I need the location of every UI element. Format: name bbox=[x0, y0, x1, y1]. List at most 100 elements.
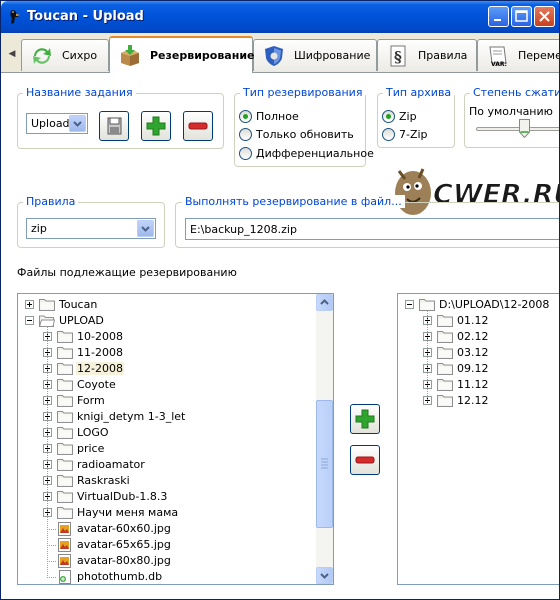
rules-select[interactable]: zip bbox=[26, 218, 156, 239]
radio-circle[interactable] bbox=[239, 128, 252, 141]
tree-folder-row[interactable]: 11-2008 bbox=[18, 345, 333, 361]
tree-folder-row[interactable]: LOGO bbox=[18, 425, 333, 441]
remove-job-button[interactable] bbox=[183, 111, 213, 141]
radio-circle[interactable] bbox=[239, 110, 252, 123]
tree-item-label[interactable]: price bbox=[76, 442, 105, 455]
tree-folder-row[interactable]: 11.12 bbox=[398, 377, 559, 393]
tree-item-label[interactable]: 03.12 bbox=[456, 346, 490, 359]
tree-item-label[interactable]: 12-2008 bbox=[76, 362, 124, 375]
tree-item-label[interactable]: knigi_detym 1-3_let bbox=[76, 410, 186, 423]
folder-icon bbox=[437, 346, 453, 359]
tree-file-row[interactable]: avatar-65x65.jpg bbox=[18, 537, 333, 553]
compression-slider-track[interactable] bbox=[476, 127, 559, 131]
tree-item-label[interactable]: VirtualDub-1.8.3 bbox=[76, 490, 168, 503]
minimize-button[interactable] bbox=[488, 6, 509, 27]
tree-item-label[interactable]: avatar-65x65.jpg bbox=[76, 538, 172, 551]
tree-item-label[interactable]: photothumb.db bbox=[76, 570, 163, 583]
job-name-select[interactable]: Upload bbox=[26, 113, 88, 134]
tree-folder-row[interactable]: Научи меня мама bbox=[18, 505, 333, 521]
tab-scroll-left-button[interactable]: ◀ bbox=[5, 39, 19, 69]
scroll-up-button[interactable] bbox=[316, 294, 333, 311]
tree-item-label[interactable]: radioamator bbox=[76, 458, 146, 471]
tree-folder-row[interactable]: 01.12 bbox=[398, 313, 559, 329]
tree-item-label[interactable]: UPLOAD bbox=[58, 314, 105, 327]
tree-folder-row[interactable]: radioamator bbox=[18, 457, 333, 473]
source-tree-scrollbar[interactable] bbox=[316, 294, 333, 584]
tree-item-label[interactable]: 01.12 bbox=[456, 314, 490, 327]
target-file-input[interactable]: E:\backup_1208.zip bbox=[185, 218, 559, 240]
tree-folder-row[interactable]: 12.12 bbox=[398, 393, 559, 409]
scroll-thumb[interactable] bbox=[316, 400, 333, 528]
folder-icon bbox=[57, 442, 73, 455]
radio-label: Полное bbox=[256, 110, 299, 123]
tree-item-label[interactable]: 12.12 bbox=[456, 394, 490, 407]
tree-item-label[interactable]: Toucan bbox=[58, 298, 98, 311]
tree-folder-row[interactable]: knigi_detym 1-3_let bbox=[18, 409, 333, 425]
tree-item-label[interactable]: D:\UPLOAD\12-2008 bbox=[438, 298, 550, 311]
tree-item-label[interactable]: 11.12 bbox=[456, 378, 490, 391]
tree-folder-row[interactable]: Raskraski bbox=[18, 473, 333, 489]
tree-folder-row[interactable]: price bbox=[18, 441, 333, 457]
tree-item-label[interactable]: LOGO bbox=[76, 426, 110, 439]
scroll-down-button[interactable] bbox=[316, 567, 333, 584]
tree-folder-row[interactable]: VirtualDub-1.8.3 bbox=[18, 489, 333, 505]
tree-folder-row[interactable]: D:\UPLOAD\12-2008 bbox=[398, 297, 559, 313]
tab-rules[interactable]: § Правила bbox=[377, 39, 477, 71]
tree-item-label[interactable]: avatar-80x80.jpg bbox=[76, 554, 172, 567]
group-title: Название задания bbox=[23, 86, 136, 99]
tree-folder-row[interactable]: 10-2008 bbox=[18, 329, 333, 345]
tree-folder-row[interactable]: 12-2008 bbox=[18, 361, 333, 377]
tree-item-label[interactable]: Coyote bbox=[76, 378, 117, 391]
tree-connector bbox=[47, 561, 56, 562]
folder-icon bbox=[57, 362, 73, 375]
save-disk-icon bbox=[107, 117, 122, 135]
tree-item-label[interactable]: 10-2008 bbox=[76, 330, 124, 343]
tab-variables[interactable]: VAR: Переме bbox=[477, 39, 559, 71]
chevron-down-icon[interactable] bbox=[137, 220, 154, 237]
tree-item-label[interactable]: Raskraski bbox=[76, 474, 131, 487]
tree-file-row[interactable]: avatar-60x60.jpg bbox=[18, 521, 333, 537]
add-to-backup-button[interactable] bbox=[350, 404, 380, 434]
tree-item-label[interactable]: Form bbox=[76, 394, 106, 407]
tree-folder-row[interactable]: Toucan bbox=[18, 297, 333, 313]
image-file-icon bbox=[57, 554, 73, 568]
radio-circle[interactable] bbox=[382, 110, 395, 123]
tree-item-label[interactable]: Научи меня мама bbox=[76, 506, 179, 519]
collapse-icon[interactable] bbox=[405, 300, 414, 309]
tree-item-label[interactable]: avatar-60x60.jpg bbox=[76, 522, 172, 535]
tab-sync[interactable]: Сихро bbox=[21, 39, 109, 71]
tree-item-label[interactable]: 11-2008 bbox=[76, 346, 124, 359]
tree-folder-row[interactable]: Coyote bbox=[18, 377, 333, 393]
tree-folder-row[interactable]: UPLOAD bbox=[18, 313, 333, 329]
tree-folder-row[interactable]: Form bbox=[18, 393, 333, 409]
remove-from-backup-button[interactable] bbox=[350, 445, 380, 475]
expand-icon[interactable] bbox=[25, 300, 34, 309]
collapse-icon[interactable] bbox=[25, 316, 34, 325]
group-title: Тип архива bbox=[383, 86, 455, 99]
backup-target-tree[interactable]: D:\UPLOAD\12-2008 01.12 02.12 03.12 09.12 11.… bbox=[397, 293, 559, 585]
folder-icon bbox=[57, 490, 73, 503]
tab-encryption[interactable]: Шифрование bbox=[253, 39, 377, 71]
radio-circle[interactable] bbox=[239, 147, 252, 160]
tree-folder-row[interactable]: 02.12 bbox=[398, 329, 559, 345]
tree-folder-row[interactable]: 09.12 bbox=[398, 361, 559, 377]
chevron-down-icon[interactable] bbox=[69, 115, 86, 132]
tab-backup[interactable]: Резервирование bbox=[109, 36, 255, 73]
source-files-tree[interactable]: Toucan UPLOAD 10-2008 11-2008 12-2008 Coyote F… bbox=[17, 293, 334, 585]
tree-file-row[interactable]: photothumb.db bbox=[18, 569, 333, 584]
close-button[interactable] bbox=[534, 6, 555, 27]
add-job-button[interactable] bbox=[141, 111, 171, 141]
folder-icon bbox=[57, 474, 73, 487]
title-bar[interactable]: Toucan - Upload bbox=[1, 1, 559, 33]
folder-icon bbox=[437, 314, 453, 327]
folder-icon bbox=[39, 298, 55, 311]
image-file-icon bbox=[57, 522, 73, 536]
tree-item-label[interactable]: 09.12 bbox=[456, 362, 490, 375]
tree-folder-row[interactable]: 03.12 bbox=[398, 345, 559, 361]
compression-slider-thumb[interactable] bbox=[519, 119, 530, 138]
maximize-button[interactable] bbox=[511, 6, 532, 27]
tree-item-label[interactable]: 02.12 bbox=[456, 330, 490, 343]
radio-circle[interactable] bbox=[382, 128, 395, 141]
save-job-button[interactable] bbox=[99, 111, 129, 141]
tree-file-row[interactable]: avatar-80x80.jpg bbox=[18, 553, 333, 569]
